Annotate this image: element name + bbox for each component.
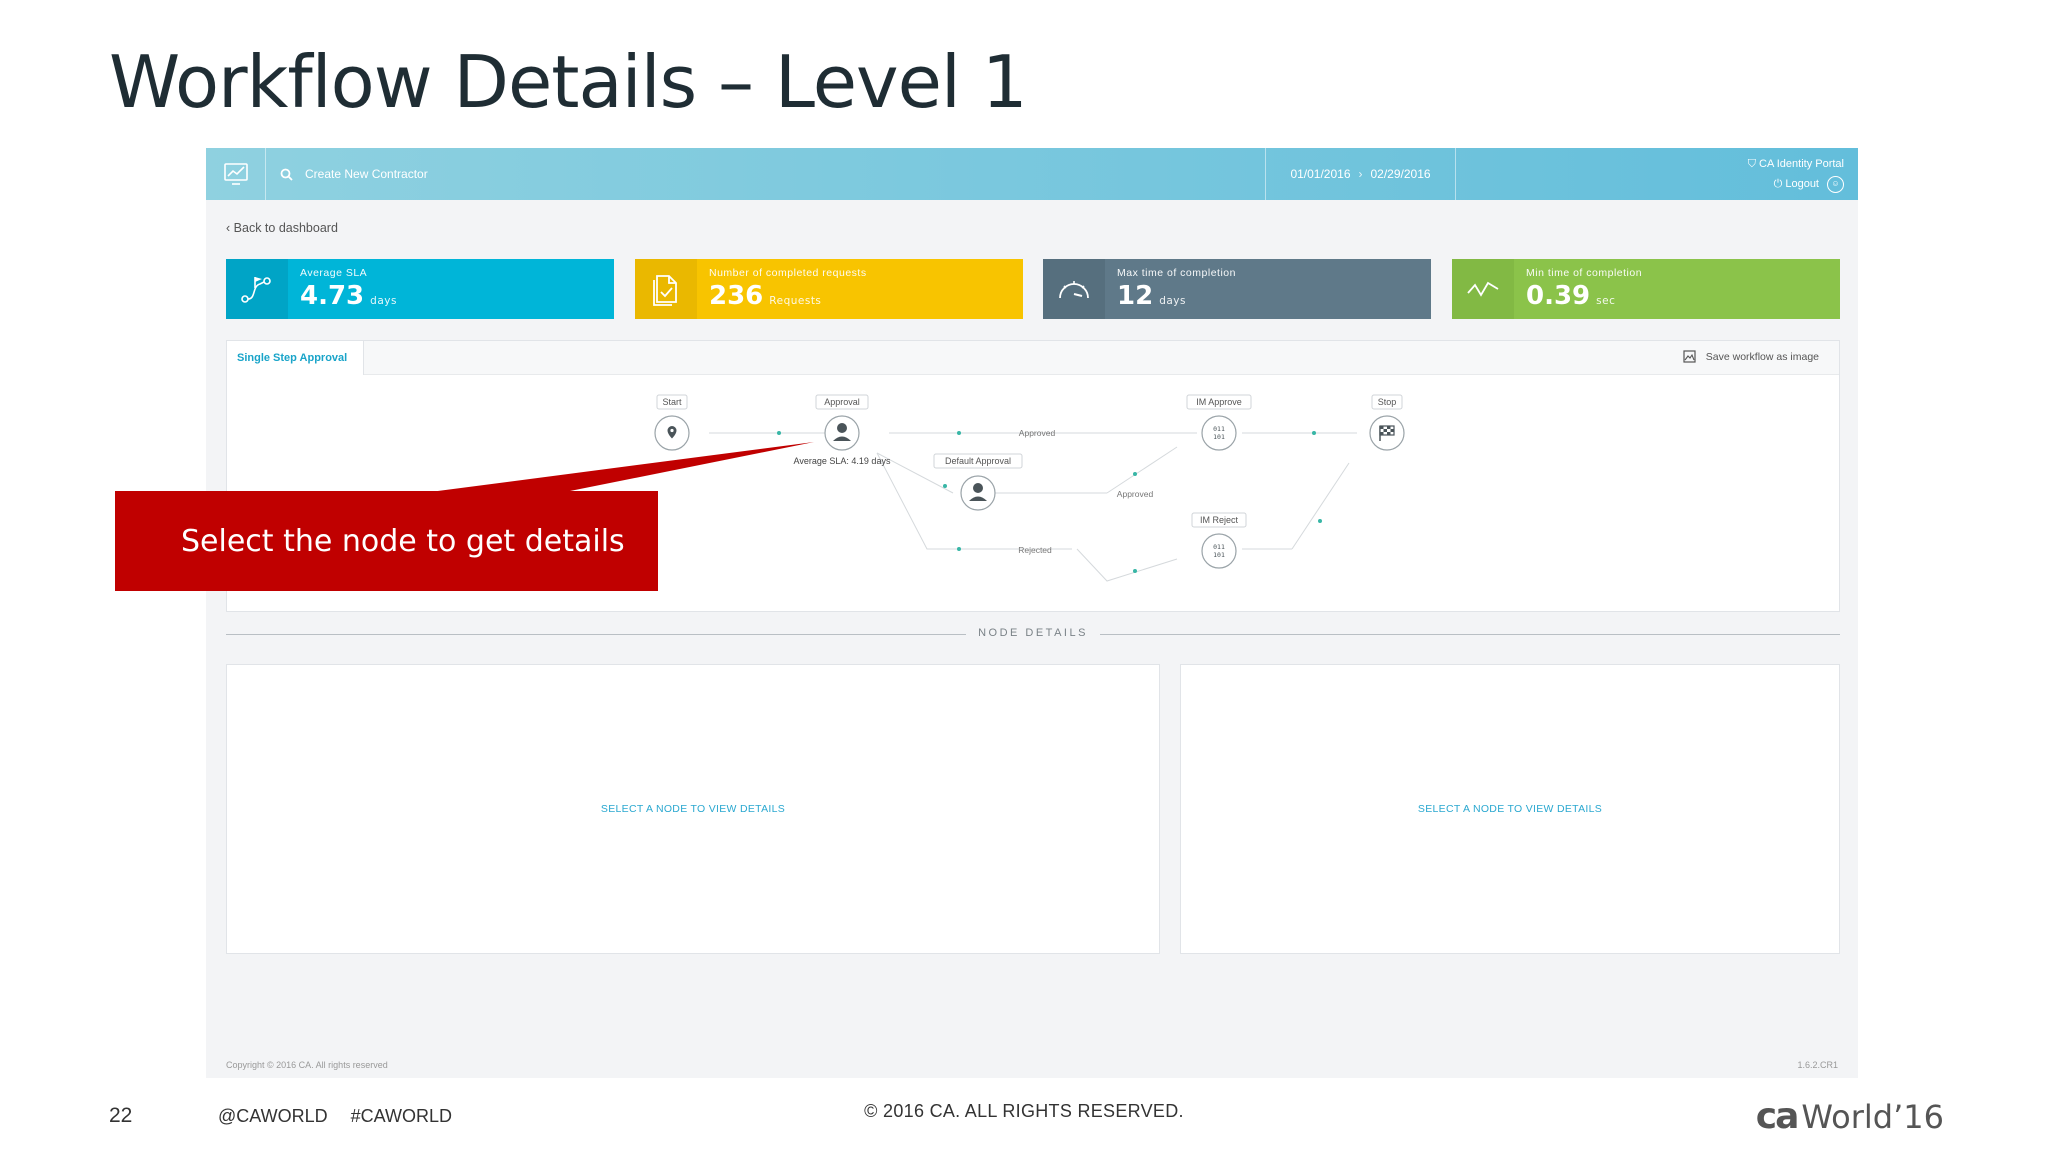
stat-value: 0.39: [1526, 281, 1591, 311]
back-link-label: Back to dashboard: [233, 221, 338, 235]
stat-completed-requests: Number of completed requests 236 Requests: [635, 259, 1023, 319]
back-to-dashboard-link[interactable]: ‹ Back to dashboard: [226, 221, 338, 235]
brand-name: World’16: [1801, 1098, 1944, 1136]
slide-title: Workflow Details – Level 1: [109, 40, 1028, 124]
placeholder-text: SELECT A NODE TO VIEW DETAILS: [1417, 803, 1603, 815]
date-range[interactable]: 01/01/2016 › 02/29/2016: [1266, 148, 1456, 200]
node-label-approval: Approval: [824, 397, 860, 407]
stat-label: Number of completed requests: [709, 267, 867, 279]
node-im-approve[interactable]: IM Approve 011 101: [1186, 394, 1252, 451]
date-from: 01/01/2016: [1290, 167, 1351, 181]
node-sla-approval: Average SLA: 4.19 days: [794, 456, 891, 466]
edge-dot: [1133, 472, 1137, 476]
date-to: 02/29/2016: [1370, 167, 1431, 181]
portal-row: ⛉ CA Identity Portal: [1748, 154, 1844, 174]
edge-approved-im-approve: [1106, 446, 1178, 494]
placeholder-text: SELECT A NODE TO VIEW DETAILS: [600, 803, 786, 815]
stat-average-sla: Average SLA 4.73 days: [226, 259, 614, 319]
node-label-im-reject: IM Reject: [1200, 515, 1239, 525]
binary-icon-row: 101: [1213, 551, 1225, 559]
user-avatar-icon[interactable]: ☺: [1827, 175, 1844, 193]
search-text: Create New Contractor: [305, 167, 428, 181]
user-icon: [837, 423, 847, 433]
stat-max-completion: Max time of completion 12 days: [1043, 259, 1431, 319]
shield-icon: ⛉: [1747, 158, 1756, 170]
edge-dot: [1133, 569, 1137, 573]
stat-value: 236: [709, 281, 764, 311]
stat-value: 12: [1117, 281, 1154, 311]
top-bar: Create New Contractor 01/01/2016 › 02/29…: [206, 148, 1858, 200]
stat-label: Average SLA: [300, 267, 368, 279]
stat-label: Max time of completion: [1117, 267, 1236, 279]
divider-line-right: [1100, 634, 1840, 635]
logout-row: ⏻ Logout ☺: [1748, 174, 1844, 194]
location-pin-dot: [670, 428, 674, 433]
node-label-start: Start: [662, 397, 682, 407]
node-approval[interactable]: Approval Average SLA: 4.19 days: [794, 394, 891, 466]
stat-unit: days: [1159, 295, 1186, 307]
edge-label-approved-top: Approved: [1019, 428, 1056, 438]
search-icon: [280, 168, 293, 181]
portal-menu: ⛉ CA Identity Portal ⏻ Logout ☺: [1748, 154, 1844, 194]
stat-min-completion: Min time of completion 0.39 sec: [1452, 259, 1840, 319]
node-im-reject[interactable]: IM Reject 011 101: [1191, 512, 1247, 569]
route-icon: [226, 259, 288, 319]
edge-dot: [1318, 519, 1322, 523]
binary-icon: 011: [1213, 425, 1225, 433]
app-version: 1.6.2.CR1: [1797, 1060, 1838, 1070]
edge-dot: [777, 431, 781, 435]
edge-rejected-im-reject: [1076, 548, 1178, 582]
node-details-title: NODE DETAILS: [978, 627, 1088, 639]
node-label-im-approve: IM Approve: [1196, 397, 1242, 407]
node-details-left-panel: SELECT A NODE TO VIEW DETAILS: [226, 664, 1160, 954]
edge-label-rejected: Rejected: [1018, 545, 1052, 555]
brand-prefix: ca: [1755, 1096, 1800, 1137]
edge-dot: [957, 431, 961, 435]
binary-icon: 011: [1213, 543, 1225, 551]
slide-copyright: © 2016 CA. ALL RIGHTS RESERVED.: [864, 1101, 1184, 1121]
portal-name: CA Identity Portal: [1759, 158, 1844, 170]
document-icon: [635, 259, 697, 319]
node-details-right-panel: SELECT A NODE TO VIEW DETAILS: [1180, 664, 1840, 954]
edge-label-approved-mid: Approved: [1117, 489, 1154, 499]
chevron-right-icon: ›: [1358, 167, 1363, 181]
user-icon: [973, 483, 983, 493]
stat-label: Min time of completion: [1526, 267, 1643, 279]
app-window: Create New Contractor 01/01/2016 › 02/29…: [206, 148, 1858, 1078]
chevron-left-icon: ‹: [226, 221, 231, 235]
edge-im-reject-stop-b: [1291, 462, 1350, 550]
node-default-approval[interactable]: Default Approval: [933, 453, 1023, 511]
binary-icon-row: 101: [1213, 433, 1225, 441]
node-label-stop: Stop: [1378, 397, 1397, 407]
search-bar[interactable]: Create New Contractor: [266, 148, 1266, 200]
node-label-default-approval: Default Approval: [945, 456, 1011, 466]
stat-unit: Requests: [769, 295, 822, 307]
ca-world-logo: ca World’16: [1756, 1096, 1944, 1137]
stat-unit: days: [370, 295, 397, 307]
logout-button[interactable]: ⏻ Logout: [1774, 174, 1819, 194]
power-icon: ⏻: [1773, 178, 1783, 190]
edge-dot: [957, 547, 961, 551]
edge-dot: [943, 484, 947, 488]
speedometer-icon: [1043, 259, 1105, 319]
pulse-icon: [1452, 259, 1514, 319]
node-details-divider: NODE DETAILS: [226, 627, 1840, 641]
edge-dot: [1312, 431, 1316, 435]
stat-value: 4.73: [300, 281, 365, 311]
dashboard-logo-icon[interactable]: [206, 148, 266, 200]
node-stop[interactable]: Stop: [1369, 394, 1405, 451]
callout-box: Select the node to get details: [115, 491, 658, 591]
logout-label: Logout: [1785, 178, 1819, 190]
stat-unit: sec: [1596, 295, 1616, 307]
app-copyright: Copyright © 2016 CA. All rights reserved: [226, 1060, 388, 1070]
node-start[interactable]: Start: [654, 394, 690, 451]
